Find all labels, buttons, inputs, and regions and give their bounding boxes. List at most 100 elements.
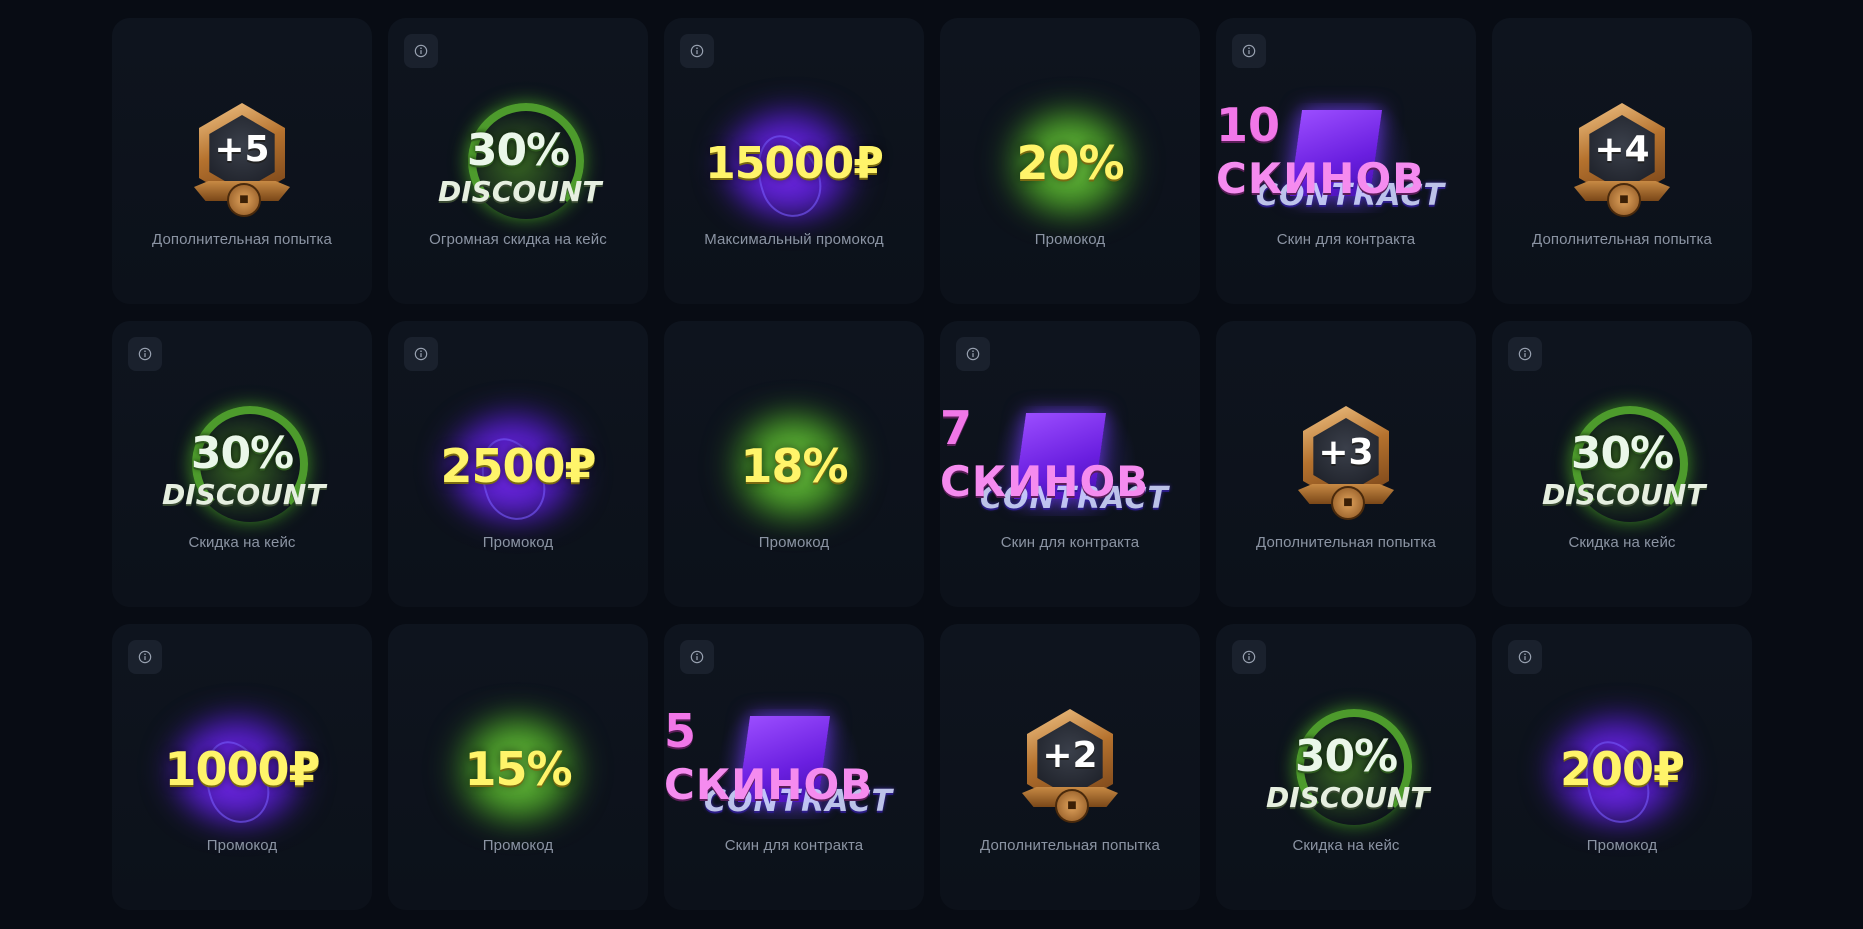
reward-card-discount[interactable]: 30% DISCOUNT Скидка на кейс	[1492, 321, 1752, 607]
info-icon[interactable]	[1232, 640, 1266, 674]
reward-card-attempt[interactable]: +4 ■ Дополнительная попытка	[1492, 18, 1752, 304]
skins-word: СКИНОВ	[940, 457, 1150, 506]
reward-card-promo[interactable]: 20% Промокод	[940, 18, 1200, 304]
promo-value: 15000₽	[705, 137, 884, 189]
reward-art: +2 ■	[940, 694, 1200, 844]
reward-card-attempt[interactable]: +5 ■ Дополнительная попытка	[112, 18, 372, 304]
reward-label: Скин для контракта	[724, 837, 864, 854]
skins-count: 10	[1216, 98, 1281, 152]
reward-card-discount[interactable]: 30% DISCOUNT Скидка на кейс	[112, 321, 372, 607]
info-icon[interactable]	[404, 34, 438, 68]
reward-art: 18%	[664, 391, 924, 541]
discount-value: 30%	[1294, 731, 1398, 782]
info-icon[interactable]	[1508, 640, 1542, 674]
reward-label: Дополнительная попытка	[1256, 534, 1436, 551]
reward-art: 15%	[388, 694, 648, 844]
reward-label: Промокод	[1034, 231, 1106, 248]
attempt-medal: +4 ■	[1564, 103, 1680, 223]
info-icon[interactable]	[680, 640, 714, 674]
gift-icon: ■	[227, 183, 261, 217]
reward-label: Скин для контракта	[1276, 231, 1416, 248]
reward-label: Дополнительная попытка	[980, 837, 1160, 854]
attempt-value: +5	[214, 129, 270, 170]
attempt-medal: +2 ■	[1012, 709, 1128, 829]
skins-count: 7	[940, 401, 973, 455]
info-icon[interactable]	[1232, 34, 1266, 68]
gift-icon: ■	[1331, 486, 1365, 520]
discount-value: 30%	[466, 125, 570, 176]
reward-label: Дополнительная попытка	[1532, 231, 1712, 248]
gift-icon: ■	[1055, 789, 1089, 823]
reward-label: Огромная скидка на кейс	[429, 231, 607, 248]
reward-card-promo[interactable]: 15000₽ Максимальный промокод	[664, 18, 924, 304]
reward-art: 1000₽	[112, 694, 372, 844]
info-icon[interactable]	[404, 337, 438, 371]
reward-card-attempt[interactable]: +2 ■ Дополнительная попытка	[940, 624, 1200, 910]
reward-card-discount[interactable]: 30% DISCOUNT Скидка на кейс	[1216, 624, 1476, 910]
info-icon[interactable]	[956, 337, 990, 371]
discount-word: DISCOUNT	[438, 175, 602, 208]
attempt-medal: +3 ■	[1288, 406, 1404, 526]
reward-label: Скидка на кейс	[188, 534, 296, 551]
reward-art: 200₽	[1492, 694, 1752, 844]
reward-art: 30% DISCOUNT	[112, 391, 372, 541]
gift-icon: ■	[1607, 183, 1641, 217]
reward-label: Промокод	[482, 837, 554, 854]
promo-value: 2500₽	[440, 439, 596, 493]
discount-value: 30%	[1570, 428, 1674, 479]
contract-badge: CONTRACT 7 СКИНОВ	[940, 401, 1168, 531]
reward-art: 30% DISCOUNT	[1492, 391, 1752, 541]
reward-art: CONTRACT 10 СКИНОВ	[1216, 88, 1476, 238]
reward-card-attempt[interactable]: +3 ■ Дополнительная попытка	[1216, 321, 1476, 607]
reward-label: Скидка на кейс	[1292, 837, 1400, 854]
discount-badge: 30% DISCOUNT	[162, 406, 326, 526]
reward-art: 2500₽	[388, 391, 648, 541]
reward-art: CONTRACT 5 СКИНОВ	[664, 694, 924, 844]
reward-card-discount[interactable]: 30% DISCOUNT Огромная скидка на кейс	[388, 18, 648, 304]
info-icon[interactable]	[1508, 337, 1542, 371]
reward-label: Промокод	[482, 534, 554, 551]
reward-art: 20%	[940, 88, 1200, 238]
reward-label: Скидка на кейс	[1568, 534, 1676, 551]
attempt-value: +3	[1318, 432, 1374, 473]
reward-label: Дополнительная попытка	[152, 231, 332, 248]
reward-label: Скин для контракта	[1000, 534, 1140, 551]
skins-count: 5	[664, 704, 697, 758]
contract-badge: CONTRACT 5 СКИНОВ	[664, 704, 892, 834]
discount-value: 30%	[190, 428, 294, 479]
info-icon[interactable]	[128, 337, 162, 371]
reward-label: Максимальный промокод	[704, 231, 884, 248]
attempt-value: +4	[1594, 129, 1650, 170]
reward-card-promo[interactable]: 1000₽ Промокод	[112, 624, 372, 910]
reward-card-contract[interactable]: CONTRACT 10 СКИНОВ Скин для контракта	[1216, 18, 1476, 304]
reward-card-promo[interactable]: 18% Промокод	[664, 321, 924, 607]
reward-art: 30% DISCOUNT	[1216, 694, 1476, 844]
reward-card-contract[interactable]: CONTRACT 5 СКИНОВ Скин для контракта	[664, 624, 924, 910]
reward-card-promo[interactable]: 200₽ Промокод	[1492, 624, 1752, 910]
skins-word: СКИНОВ	[664, 760, 874, 809]
rewards-grid: +5 ■ Дополнительная попытка 30% DISCOUNT Огро…	[112, 18, 1752, 910]
discount-word: DISCOUNT	[1266, 781, 1430, 814]
reward-card-promo[interactable]: 15% Промокод	[388, 624, 648, 910]
promo-value: 15%	[464, 742, 572, 796]
promo-value: 200₽	[1559, 742, 1685, 796]
reward-art: +5 ■	[112, 88, 372, 238]
discount-badge: 30% DISCOUNT	[1542, 406, 1706, 526]
reward-art: 15000₽	[664, 88, 924, 238]
discount-badge: 30% DISCOUNT	[1266, 709, 1430, 829]
contract-badge: CONTRACT 10 СКИНОВ	[1216, 98, 1444, 228]
reward-card-contract[interactable]: CONTRACT 7 СКИНОВ Скин для контракта	[940, 321, 1200, 607]
attempt-medal: +5 ■	[184, 103, 300, 223]
reward-card-promo[interactable]: 2500₽ Промокод	[388, 321, 648, 607]
discount-word: DISCOUNT	[162, 478, 326, 511]
promo-value: 1000₽	[164, 742, 320, 796]
reward-art: +4 ■	[1492, 88, 1752, 238]
discount-word: DISCOUNT	[1542, 478, 1706, 511]
info-icon[interactable]	[680, 34, 714, 68]
promo-value: 20%	[1016, 136, 1124, 190]
info-icon[interactable]	[128, 640, 162, 674]
attempt-value: +2	[1042, 735, 1098, 776]
promo-value: 18%	[740, 439, 848, 493]
reward-art: CONTRACT 7 СКИНОВ	[940, 391, 1200, 541]
reward-art: +3 ■	[1216, 391, 1476, 541]
